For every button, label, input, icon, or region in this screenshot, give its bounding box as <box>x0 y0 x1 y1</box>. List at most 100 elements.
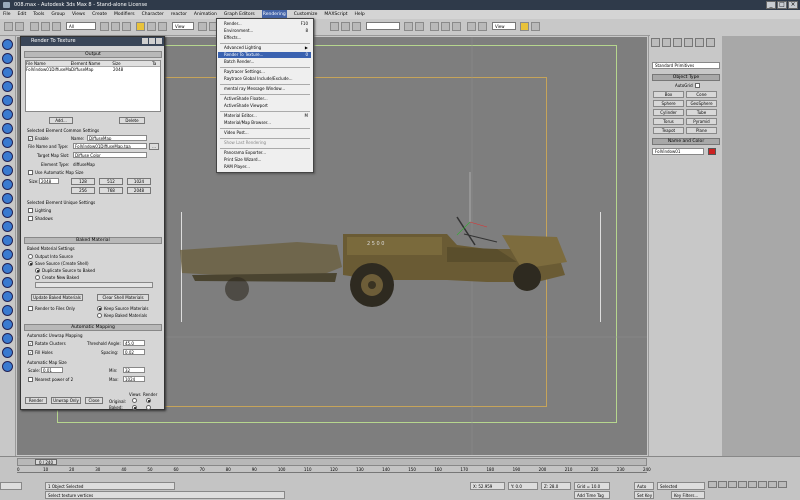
x-coordinate[interactable]: X: 52.959 <box>470 482 505 490</box>
size-256-button[interactable]: 256 <box>71 187 95 194</box>
mirror-icon[interactable] <box>404 22 413 31</box>
add-button[interactable]: Add... <box>49 117 73 124</box>
snaps-toggle-icon[interactable] <box>330 22 339 31</box>
cylinder-button[interactable]: Cylinder <box>653 109 684 116</box>
primitives-dropdown[interactable]: Standard Primitives <box>652 62 720 69</box>
tool-icon[interactable] <box>2 319 13 330</box>
dialog-minimize-button[interactable] <box>142 38 148 44</box>
tool-icon[interactable] <box>2 235 13 246</box>
tool-icon[interactable] <box>2 263 13 274</box>
tool-icon[interactable] <box>2 249 13 260</box>
tool-icon[interactable] <box>2 179 13 190</box>
region-select-icon[interactable] <box>122 22 131 31</box>
display-tab-icon[interactable] <box>695 38 704 47</box>
tool-icon[interactable] <box>2 123 13 134</box>
output-rollout[interactable]: Output <box>24 51 162 58</box>
menu-item-raytrace-global-include-exclude[interactable]: Raytrace Global Include/Exclude... <box>224 76 311 82</box>
motion-tab-icon[interactable] <box>684 38 693 47</box>
layer-manager-icon[interactable] <box>430 22 439 31</box>
create-new-baked-radio[interactable] <box>35 275 40 280</box>
next-frame-icon[interactable] <box>738 481 747 488</box>
object-type-rollout[interactable]: Object Type <box>652 74 720 81</box>
key-filters-button[interactable]: Key Filters... <box>671 491 705 499</box>
autogrid-checkbox[interactable] <box>695 83 700 88</box>
size-128-button[interactable]: 128 <box>71 178 95 185</box>
menu-item-activeshade-floater[interactable]: ActiveShade Floater... <box>224 96 311 102</box>
baked-material-rollout[interactable]: Baked Material <box>24 237 162 244</box>
menu-reactor[interactable]: reactor <box>171 10 187 19</box>
add-time-tag[interactable]: Add Time Tag <box>574 491 610 499</box>
select-by-name-icon[interactable] <box>111 22 120 31</box>
quick-render-icon[interactable] <box>520 22 529 31</box>
menu-item-render[interactable]: Render... F10 <box>224 21 311 27</box>
fill-holes-checkbox[interactable]: ✓ <box>28 350 33 355</box>
nearest-power-checkbox[interactable] <box>28 377 33 382</box>
render-last-icon[interactable] <box>531 22 540 31</box>
menu-tools[interactable]: Tools <box>33 10 44 19</box>
reference-coordinate-dropdown[interactable]: View <box>172 22 194 30</box>
file-name-field[interactable]: FolVindow01DiffuseMap.tga <box>73 143 147 149</box>
size-field[interactable]: 2048 <box>39 178 59 184</box>
tool-icon[interactable] <box>2 81 13 92</box>
hierarchy-tab-icon[interactable] <box>673 38 682 47</box>
unlink-icon[interactable] <box>41 22 50 31</box>
dialog-close-button[interactable] <box>156 38 162 44</box>
material-editor-icon[interactable] <box>467 22 476 31</box>
update-baked-button[interactable]: Update Baked Materials <box>31 294 83 301</box>
menu-item-show-last-rendering[interactable]: Show Last Rendering <box>224 140 311 146</box>
menu-maxscript[interactable]: MAXScript <box>324 10 347 19</box>
torus-button[interactable]: Torus <box>653 118 684 125</box>
dialog-maximize-button[interactable] <box>149 38 155 44</box>
keep-source-radio[interactable] <box>97 306 102 311</box>
target-slot-dropdown[interactable]: Diffuse Color <box>73 152 147 158</box>
auto-key-button[interactable]: Auto Key <box>634 482 654 496</box>
menu-edit[interactable]: Edit <box>18 10 27 19</box>
size-768-button[interactable]: 768 <box>99 187 123 194</box>
menu-views[interactable]: Views <box>72 10 85 19</box>
menu-item-activeshade-viewport[interactable]: ActiveShade Viewport <box>224 103 311 109</box>
views-baked-radio[interactable] <box>132 405 137 410</box>
menu-item-material-editor[interactable]: Material Editor... M <box>224 113 311 119</box>
spacing-field[interactable]: 0.02 <box>123 349 145 355</box>
tool-icon[interactable] <box>2 333 13 344</box>
threshold-field[interactable]: 45.0 <box>123 340 145 346</box>
menu-item-ram-player[interactable]: RAM Player... <box>224 164 311 170</box>
tool-icon[interactable] <box>2 193 13 204</box>
time-slider[interactable]: 0 / 240 <box>17 458 647 466</box>
y-coordinate[interactable]: Y: 0.0 <box>508 482 538 490</box>
render-original-radio[interactable] <box>146 398 151 403</box>
undo-icon[interactable] <box>4 22 13 31</box>
views-original-radio[interactable] <box>132 398 137 403</box>
tool-icon[interactable] <box>2 137 13 148</box>
object-name-field[interactable]: FolVindow01 <box>652 148 704 155</box>
link-icon[interactable] <box>30 22 39 31</box>
tool-icon[interactable] <box>2 277 13 288</box>
maxscript-listener[interactable] <box>0 482 22 490</box>
percent-snap-icon[interactable] <box>352 22 361 31</box>
pivot-center-icon[interactable] <box>198 22 207 31</box>
close-window-button[interactable]: × <box>788 1 798 9</box>
automatic-mapping-rollout[interactable]: Automatic Mapping <box>24 324 162 331</box>
select-object-icon[interactable] <box>100 22 109 31</box>
output-into-source-radio[interactable] <box>28 254 33 259</box>
tool-icon[interactable] <box>2 361 13 372</box>
play-icon[interactable] <box>728 481 737 488</box>
teapot-button[interactable]: Teapot <box>653 127 684 134</box>
tool-icon[interactable] <box>2 165 13 176</box>
tool-icon[interactable] <box>2 221 13 232</box>
time-slider-thumb[interactable]: 0 / 240 <box>35 459 57 465</box>
box-button[interactable]: Box <box>653 91 684 98</box>
menu-modifiers[interactable]: Modifiers <box>114 10 135 19</box>
menu-character[interactable]: Character <box>142 10 164 19</box>
output-table[interactable]: File Name Element Name Size Ta FolVindow… <box>25 60 161 112</box>
orbit-icon[interactable] <box>778 481 787 488</box>
menu-item-mental-ray-message-window[interactable]: mental ray Message Window... <box>224 86 311 92</box>
named-selection-sets[interactable] <box>366 22 400 30</box>
go-to-end-icon[interactable] <box>748 481 757 488</box>
menu-item-video-post[interactable]: Video Post... <box>224 130 311 136</box>
sphere-button[interactable]: Sphere <box>653 100 684 107</box>
tool-icon[interactable] <box>2 347 13 358</box>
menu-create[interactable]: Create <box>92 10 107 19</box>
tool-icon[interactable] <box>2 53 13 64</box>
maximize-button[interactable]: □ <box>777 1 787 9</box>
